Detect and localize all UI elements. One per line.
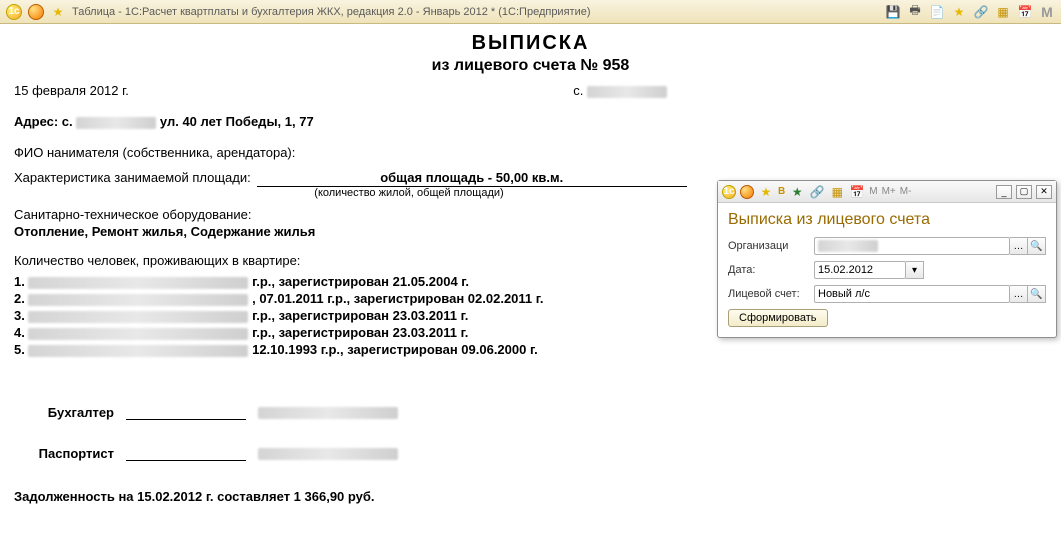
app-icon: 1c	[6, 4, 22, 20]
calc-icon[interactable]: ▦	[829, 184, 845, 200]
redacted-signature	[258, 407, 398, 419]
signature-row-accountant: Бухгалтер	[14, 405, 1047, 420]
m-icon[interactable]: M	[1039, 4, 1055, 20]
date-picker-button[interactable]: ▾	[906, 261, 924, 279]
toolbar-mminus[interactable]: M-	[900, 186, 912, 197]
calc-icon[interactable]: ▦	[995, 4, 1011, 20]
calendar-icon[interactable]: 📅	[849, 184, 865, 200]
char-value: общая площадь - 50,00 кв.м.	[257, 170, 687, 187]
toolbar-m[interactable]: M	[869, 186, 877, 197]
ellipsis-button[interactable]: …	[1010, 285, 1028, 303]
accountant-label: Бухгалтер	[14, 405, 114, 420]
search-button[interactable]: 🔍	[1028, 285, 1046, 303]
search-button[interactable]: 🔍	[1028, 237, 1046, 255]
dialog-title: Выписка из лицевого счета	[728, 211, 1046, 229]
toolbar-mplus[interactable]: M+	[882, 186, 896, 197]
debt-line: Задолженность на 15.02.2012 г. составляе…	[14, 489, 1047, 504]
generate-button[interactable]: Сформировать	[728, 309, 828, 327]
redacted-name	[28, 328, 248, 340]
copy-icon[interactable]: 📄	[929, 4, 945, 20]
window-title: Таблица - 1С:Расчет квартплаты и бухгалт…	[72, 6, 591, 18]
signature-row-passport: Паспортист	[14, 446, 1047, 461]
settlement-label: с.	[573, 83, 583, 98]
account-input[interactable]: Новый л/с	[814, 285, 1010, 303]
back-icon[interactable]	[28, 4, 44, 20]
redacted-name	[28, 294, 248, 306]
char-label: Характеристика занимаемой площади:	[14, 170, 251, 185]
main-titlebar: 1c ★ Таблица - 1С:Расчет квартплаты и бу…	[0, 0, 1061, 24]
fio-label: ФИО нанимателя (собственника, арендатора…	[14, 145, 1047, 160]
address-label: Адрес: с.	[14, 114, 73, 129]
redacted-signature	[258, 448, 398, 460]
favorite-icon[interactable]: ★	[50, 4, 66, 20]
ellipsis-button[interactable]: …	[1010, 237, 1028, 255]
maximize-button[interactable]: ▢	[1016, 185, 1032, 199]
date-input[interactable]: 15.02.2012	[814, 261, 906, 279]
link-icon[interactable]: 🔗	[973, 4, 989, 20]
save-icon[interactable]: 💾	[885, 4, 901, 20]
close-button[interactable]: ✕	[1036, 185, 1052, 199]
link-icon[interactable]: 🔗	[809, 184, 825, 200]
address-rest: ул. 40 лет Победы, 1, 77	[160, 114, 314, 129]
redacted-name	[28, 345, 248, 357]
redacted-address-settlement	[76, 117, 156, 129]
org-label: Организаци	[728, 240, 808, 252]
print-icon[interactable]: 🖶	[907, 4, 923, 20]
signature-line	[126, 447, 246, 461]
dialog-titlebar: 1c ★ B ★ 🔗 ▦ 📅 M M+ M- _ ▢ ✕	[718, 181, 1056, 203]
star-icon[interactable]: ★	[951, 4, 967, 20]
redacted-org	[818, 240, 878, 252]
minimize-button[interactable]: _	[996, 185, 1012, 199]
signature-line	[126, 406, 246, 420]
char-note: (количество жилой, общей площади)	[194, 187, 624, 199]
passport-label: Паспортист	[14, 446, 114, 461]
app-icon: 1c	[722, 185, 736, 199]
doc-heading1: ВЫПИСКА	[14, 32, 1047, 55]
redacted-name	[28, 311, 248, 323]
redacted-name	[28, 277, 248, 289]
toolbar-b[interactable]: B	[778, 186, 785, 197]
star2-icon[interactable]: ★	[789, 184, 805, 200]
org-input[interactable]	[814, 237, 1010, 255]
account-label: Лицевой счет:	[728, 288, 808, 300]
doc-heading2: из лицевого счета № 958	[14, 57, 1047, 75]
favorite-icon[interactable]: ★	[758, 184, 774, 200]
extract-dialog: 1c ★ B ★ 🔗 ▦ 📅 M M+ M- _ ▢ ✕ Выписка из …	[717, 180, 1057, 338]
date-label: Дата:	[728, 264, 808, 276]
back-icon[interactable]	[740, 185, 754, 199]
redacted-settlement	[587, 86, 667, 98]
doc-date: 15 февраля 2012 г.	[14, 83, 129, 98]
resident-row: 5. 12.10.1993 г.р., зарегистрирован 09.0…	[14, 342, 1047, 357]
calendar-icon[interactable]: 📅	[1017, 4, 1033, 20]
